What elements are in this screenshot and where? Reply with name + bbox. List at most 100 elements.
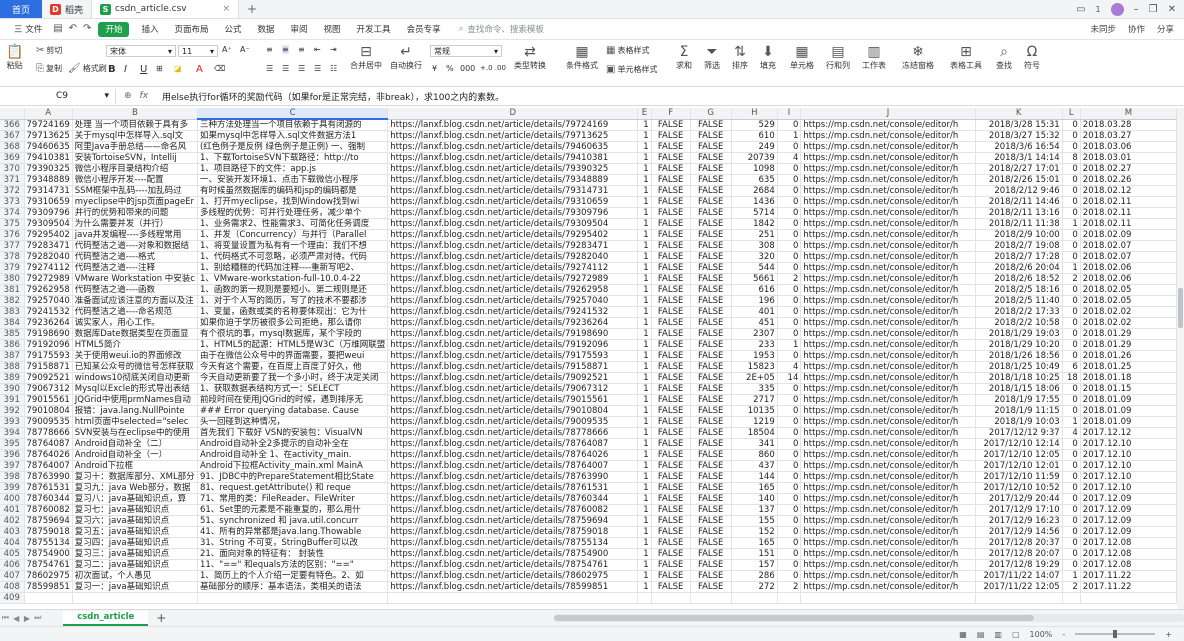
cell-j[interactable]: https://mp.csdn.net/console/editor/h	[800, 317, 976, 329]
cell-g[interactable]: FALSE	[690, 328, 732, 340]
cell-b[interactable]: HTML5简介	[72, 339, 198, 351]
row-header[interactable]: 401	[0, 504, 25, 516]
view-break-icon[interactable]: ▥	[994, 630, 1002, 639]
cell-i[interactable]: 0	[777, 394, 802, 406]
cell-g[interactable]: FALSE	[690, 295, 732, 307]
cell-a[interactable]: 79410381	[24, 152, 73, 164]
cell-a[interactable]: 79015561	[24, 394, 73, 406]
cell-f[interactable]: FALSE	[651, 163, 691, 175]
cell-a[interactable]: 79282040	[24, 251, 73, 263]
cell-h[interactable]: 5714	[731, 207, 778, 219]
cell-j[interactable]: https://mp.csdn.net/console/editor/h	[800, 515, 976, 527]
cell-h[interactable]: 451	[731, 317, 778, 329]
row-header[interactable]: 402	[0, 515, 25, 527]
cell-g[interactable]: FALSE	[690, 317, 732, 329]
cell-a[interactable]: 79460635	[24, 141, 73, 153]
cell-d[interactable]: https://lanxf.blog.csdn.net/article/deta…	[387, 262, 639, 274]
cell-i[interactable]: 0	[777, 163, 802, 175]
wrap-text-button[interactable]: ↵ 自动换行	[390, 44, 422, 71]
cell-m[interactable]: 2017.12.10	[1080, 482, 1177, 494]
cell-l[interactable]: 0	[1062, 383, 1081, 395]
border-icon[interactable]: ⊞	[156, 64, 163, 73]
cell-f[interactable]: FALSE	[651, 537, 691, 549]
cell-j[interactable]: https://mp.csdn.net/console/editor/h	[800, 361, 976, 373]
cell-m[interactable]: 2018.02.06	[1080, 262, 1177, 274]
cell-j[interactable]: https://mp.csdn.net/console/editor/h	[800, 537, 976, 549]
cell-d[interactable]: https://lanxf.blog.csdn.net/article/deta…	[387, 493, 639, 505]
cell-b[interactable]: 复习九：java Web部分，数据	[72, 482, 198, 494]
paste-button[interactable]: 📋 粘贴	[6, 44, 23, 71]
cell-d[interactable]: https://lanxf.blog.csdn.net/article/deta…	[387, 130, 639, 142]
cell-h[interactable]: 1953	[731, 350, 778, 362]
cell-c[interactable]: 1、函数的第一规则是要短小。第二规则是还	[197, 284, 389, 296]
cell-d[interactable]: https://lanxf.blog.csdn.net/article/deta…	[387, 174, 639, 186]
cell-h[interactable]: 165	[731, 482, 778, 494]
cell-l[interactable]: 0	[1062, 460, 1081, 472]
cell-g[interactable]: FALSE	[690, 427, 732, 439]
cell-g[interactable]: FALSE	[690, 449, 732, 461]
cell-e[interactable]: 1	[637, 185, 652, 197]
cell-i[interactable]: 0	[777, 570, 802, 582]
cell-k[interactable]: 2018/2/26 15:01	[975, 174, 1063, 186]
cell-b[interactable]	[72, 592, 198, 604]
cell-e[interactable]: 1	[637, 196, 652, 208]
italic-button[interactable]: I	[124, 64, 127, 75]
cell-f[interactable]: FALSE	[651, 196, 691, 208]
cell-l[interactable]: 0	[1062, 438, 1081, 450]
cell-j[interactable]: https://mp.csdn.net/console/editor/h	[800, 339, 976, 351]
cell-m[interactable]: 2018.02.26	[1080, 174, 1177, 186]
cell-m[interactable]: 2018.03.06	[1080, 141, 1177, 153]
row-header[interactable]: 382	[0, 295, 25, 307]
cell-d[interactable]: https://lanxf.blog.csdn.net/article/deta…	[387, 207, 639, 219]
cell-b[interactable]: 代码整洁之道----函数	[72, 284, 198, 296]
cell-i[interactable]: 2	[777, 273, 802, 285]
cell-i[interactable]: 2	[777, 581, 802, 593]
cell-l[interactable]: 0	[1062, 548, 1081, 560]
cell-a[interactable]: 78763990	[24, 471, 73, 483]
cell-l[interactable]: 0	[1062, 449, 1081, 461]
cell-l[interactable]: 0	[1062, 328, 1081, 340]
cell-g[interactable]: FALSE	[690, 174, 732, 186]
cell-f[interactable]: FALSE	[651, 306, 691, 318]
cell-a[interactable]: 79314731	[24, 185, 73, 197]
row-header[interactable]: 395	[0, 438, 25, 450]
cell-e[interactable]: 1	[637, 383, 652, 395]
cell-a[interactable]: 79158871	[24, 361, 73, 373]
horizontal-scroll-thumb[interactable]	[554, 615, 1035, 621]
cell-a[interactable]: 79175593	[24, 350, 73, 362]
row-header[interactable]: 406	[0, 559, 25, 571]
cell-g[interactable]: FALSE	[690, 262, 732, 274]
number-format-select[interactable]: 常规 ▾	[430, 45, 502, 57]
cell-d[interactable]: https://lanxf.blog.csdn.net/article/deta…	[387, 273, 639, 285]
cell-d[interactable]: https://lanxf.blog.csdn.net/article/deta…	[387, 570, 639, 582]
row-header[interactable]: 370	[0, 163, 25, 175]
cell-k[interactable]: 2017/12/10 12:05	[975, 449, 1063, 461]
cell-h[interactable]: 10135	[731, 405, 778, 417]
cell-i[interactable]: 0	[777, 515, 802, 527]
cell-e[interactable]: 1	[637, 570, 652, 582]
cell-c[interactable]: 71、常用的类：FileReader、FileWriter	[197, 493, 389, 505]
row-header[interactable]: 379	[0, 262, 25, 274]
cell-j[interactable]: https://mp.csdn.net/console/editor/h	[800, 482, 976, 494]
font-size-select[interactable]: 11 ▾	[178, 45, 218, 57]
align-top-icon[interactable]: ≡	[266, 45, 273, 54]
collab-button[interactable]: 协作	[1128, 23, 1145, 35]
copy-button[interactable]: ⎘ 复制	[36, 63, 62, 74]
cell-l[interactable]: 0	[1062, 559, 1081, 571]
cell-f[interactable]: FALSE	[651, 449, 691, 461]
cell-b[interactable]: 复习一：java基础知识点	[72, 581, 198, 593]
cell-e[interactable]: 1	[637, 515, 652, 527]
window-tab-document[interactable]: Scsdn_article.csv ×	[91, 0, 240, 18]
cell-b[interactable]: 复习五：java基础知识点	[72, 526, 198, 538]
row-header[interactable]: 378	[0, 251, 25, 263]
cell-g[interactable]: FALSE	[690, 537, 732, 549]
cell-h[interactable]: 272	[731, 581, 778, 593]
cell-l[interactable]: 1	[1062, 262, 1081, 274]
cell-k[interactable]: 2017/12/8 20:07	[975, 548, 1063, 560]
align-right-icon[interactable]: ☰	[298, 64, 305, 73]
row-header[interactable]: 397	[0, 460, 25, 472]
cell-b[interactable]: 阿里Java手册总结——命名风	[72, 141, 198, 153]
cell-a[interactable]: 78754900	[24, 548, 73, 560]
cell-e[interactable]: 1	[637, 207, 652, 219]
cell-k[interactable]: 2018/2/9 10:00	[975, 229, 1063, 241]
